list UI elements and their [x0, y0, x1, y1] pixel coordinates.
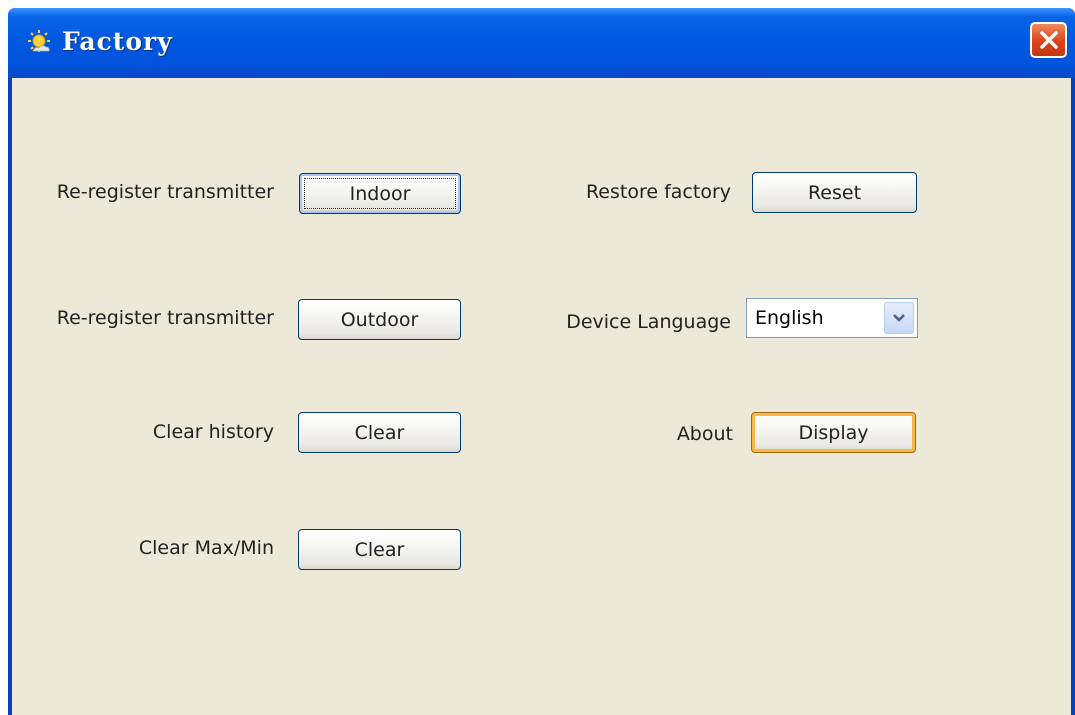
clear-history-button-label: Clear: [354, 421, 405, 444]
weather-icon: [28, 30, 50, 52]
clear-maxmin-button[interactable]: Clear: [298, 529, 461, 570]
chevron-down-icon: [893, 314, 905, 322]
clear-history-label: Clear history: [152, 421, 274, 443]
clear-history-button[interactable]: Clear: [298, 412, 461, 453]
clear-maxmin-label: Clear Max/Min: [138, 537, 274, 559]
close-icon: [1039, 31, 1058, 49]
language-select[interactable]: English: [746, 298, 918, 338]
device-language-label: Device Language: [566, 311, 731, 333]
title-bar[interactable]: Factory: [8, 8, 1075, 78]
reset-button-label: Reset: [807, 181, 862, 204]
outdoor-button[interactable]: Outdoor: [298, 299, 461, 340]
window-title: Factory: [62, 27, 173, 56]
outdoor-button-label: Outdoor: [340, 308, 419, 331]
language-select-value: English: [755, 307, 824, 329]
display-button[interactable]: Display: [751, 412, 916, 453]
close-button[interactable]: [1030, 22, 1067, 58]
about-label: About: [676, 423, 733, 445]
reset-button[interactable]: Reset: [752, 172, 917, 213]
indoor-button-label: Indoor: [349, 182, 411, 205]
dropdown-arrow-button[interactable]: [884, 302, 914, 334]
indoor-button[interactable]: Indoor: [299, 173, 461, 214]
display-button-label: Display: [798, 421, 869, 444]
clear-maxmin-button-label: Clear: [354, 538, 405, 561]
indoor-label: Re-register transmitter: [56, 181, 274, 203]
outdoor-label: Re-register transmitter: [56, 307, 274, 329]
factory-window: Factory: [8, 8, 1075, 715]
restore-factory-label: Restore factory: [585, 181, 731, 203]
